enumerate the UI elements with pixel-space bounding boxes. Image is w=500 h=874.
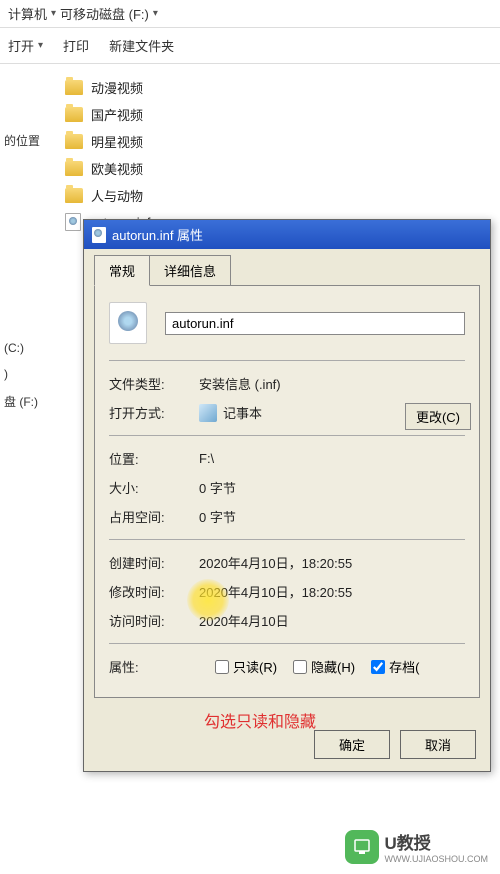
archive-label: 存档( <box>389 657 419 676</box>
sidebar-drive-c2[interactable]: ) <box>4 361 51 387</box>
created-label: 创建时间: <box>109 553 199 572</box>
dialog-titlebar[interactable]: autorun.inf 属性 <box>84 220 490 249</box>
tab-details[interactable]: 详细信息 <box>149 255 231 285</box>
list-item[interactable]: 动漫视频 <box>55 74 500 101</box>
created-value: 2020年4月10日，18:20:55 <box>199 553 465 572</box>
openwith-value: 记事本 <box>223 403 262 422</box>
file-icon <box>65 213 81 231</box>
tab-general[interactable]: 常规 <box>94 255 150 286</box>
list-item[interactable]: 人与动物 <box>55 182 500 209</box>
sidebar-disk-f[interactable]: 盘 (F:) <box>4 387 51 416</box>
size-label: 大小: <box>109 478 199 497</box>
folder-icon <box>65 188 83 203</box>
filename-input[interactable] <box>165 312 465 335</box>
open-button[interactable]: 打开 ▾ <box>8 36 43 55</box>
modified-label: 修改时间: <box>109 582 199 601</box>
file-large-icon <box>109 302 147 344</box>
filetype-label: 文件类型: <box>109 374 199 393</box>
ok-button[interactable]: 确定 <box>314 730 390 759</box>
chevron-down-icon: ▾ <box>153 8 158 19</box>
sidebar-location[interactable]: 的位置 <box>4 72 51 155</box>
folder-icon <box>65 134 83 149</box>
watermark: U教授 WWW.UJIAOSHOU.COM <box>345 829 489 864</box>
hidden-label: 隐藏(H) <box>311 657 355 676</box>
chevron-down-icon: ▾ <box>38 40 43 51</box>
readonly-label: 只读(R) <box>233 657 277 676</box>
accessed-label: 访问时间: <box>109 611 199 630</box>
dialog-title: autorun.inf 属性 <box>112 225 203 244</box>
watermark-url: WWW.UJIAOSHOU.COM <box>385 854 489 864</box>
breadcrumb[interactable]: 计算机 ▾ 可移动磁盘 (F:) ▾ <box>0 0 500 27</box>
toolbar: 打开 ▾ 打印 新建文件夹 <box>0 27 500 64</box>
folder-icon <box>65 107 83 122</box>
attributes-label: 属性: <box>109 657 199 676</box>
breadcrumb-computer[interactable]: 计算机 <box>8 4 47 23</box>
location-label: 位置: <box>109 449 199 468</box>
breadcrumb-drive[interactable]: 可移动磁盘 (F:) <box>60 4 149 23</box>
filetype-value: 安装信息 (.inf) <box>199 374 465 393</box>
location-value: F:\ <box>199 449 465 468</box>
folder-icon <box>65 161 83 176</box>
readonly-checkbox[interactable] <box>215 660 229 674</box>
sidebar-drive-c[interactable]: (C:) <box>4 335 51 361</box>
new-folder-button[interactable]: 新建文件夹 <box>109 36 174 55</box>
folder-icon <box>65 80 83 95</box>
watermark-brand: U教授 <box>385 834 431 853</box>
list-item[interactable]: 国产视频 <box>55 101 500 128</box>
print-button[interactable]: 打印 <box>63 36 89 55</box>
notepad-icon <box>199 404 217 422</box>
cancel-button[interactable]: 取消 <box>400 730 476 759</box>
openwith-label: 打开方式: <box>109 403 199 422</box>
list-item[interactable]: 明星视频 <box>55 128 500 155</box>
accessed-value: 2020年4月10日 <box>199 611 465 630</box>
sizeondisk-label: 占用空间: <box>109 507 199 526</box>
annotation-text: 勾选只读和隐藏 <box>204 708 500 732</box>
chevron-down-icon: ▾ <box>51 8 56 19</box>
properties-dialog: autorun.inf 属性 常规 详细信息 文件类型: 安装信息 (.inf) <box>83 219 491 772</box>
watermark-logo-icon <box>345 830 379 864</box>
file-icon <box>92 227 106 243</box>
size-value: 0 字节 <box>199 478 465 497</box>
modified-value: 2020年4月10日，18:20:55 <box>199 582 465 601</box>
change-button[interactable]: 更改(C) <box>405 403 471 430</box>
list-item[interactable]: 欧美视频 <box>55 155 500 182</box>
tab-bar: 常规 详细信息 <box>94 255 480 286</box>
archive-checkbox[interactable] <box>371 660 385 674</box>
file-list: 动漫视频 国产视频 明星视频 欧美视频 人与动物 autorun.inf aut… <box>55 64 500 858</box>
sizeondisk-value: 0 字节 <box>199 507 465 526</box>
sidebar: 的位置 (C:) ) 盘 (F:) <box>0 64 55 858</box>
hidden-checkbox[interactable] <box>293 660 307 674</box>
